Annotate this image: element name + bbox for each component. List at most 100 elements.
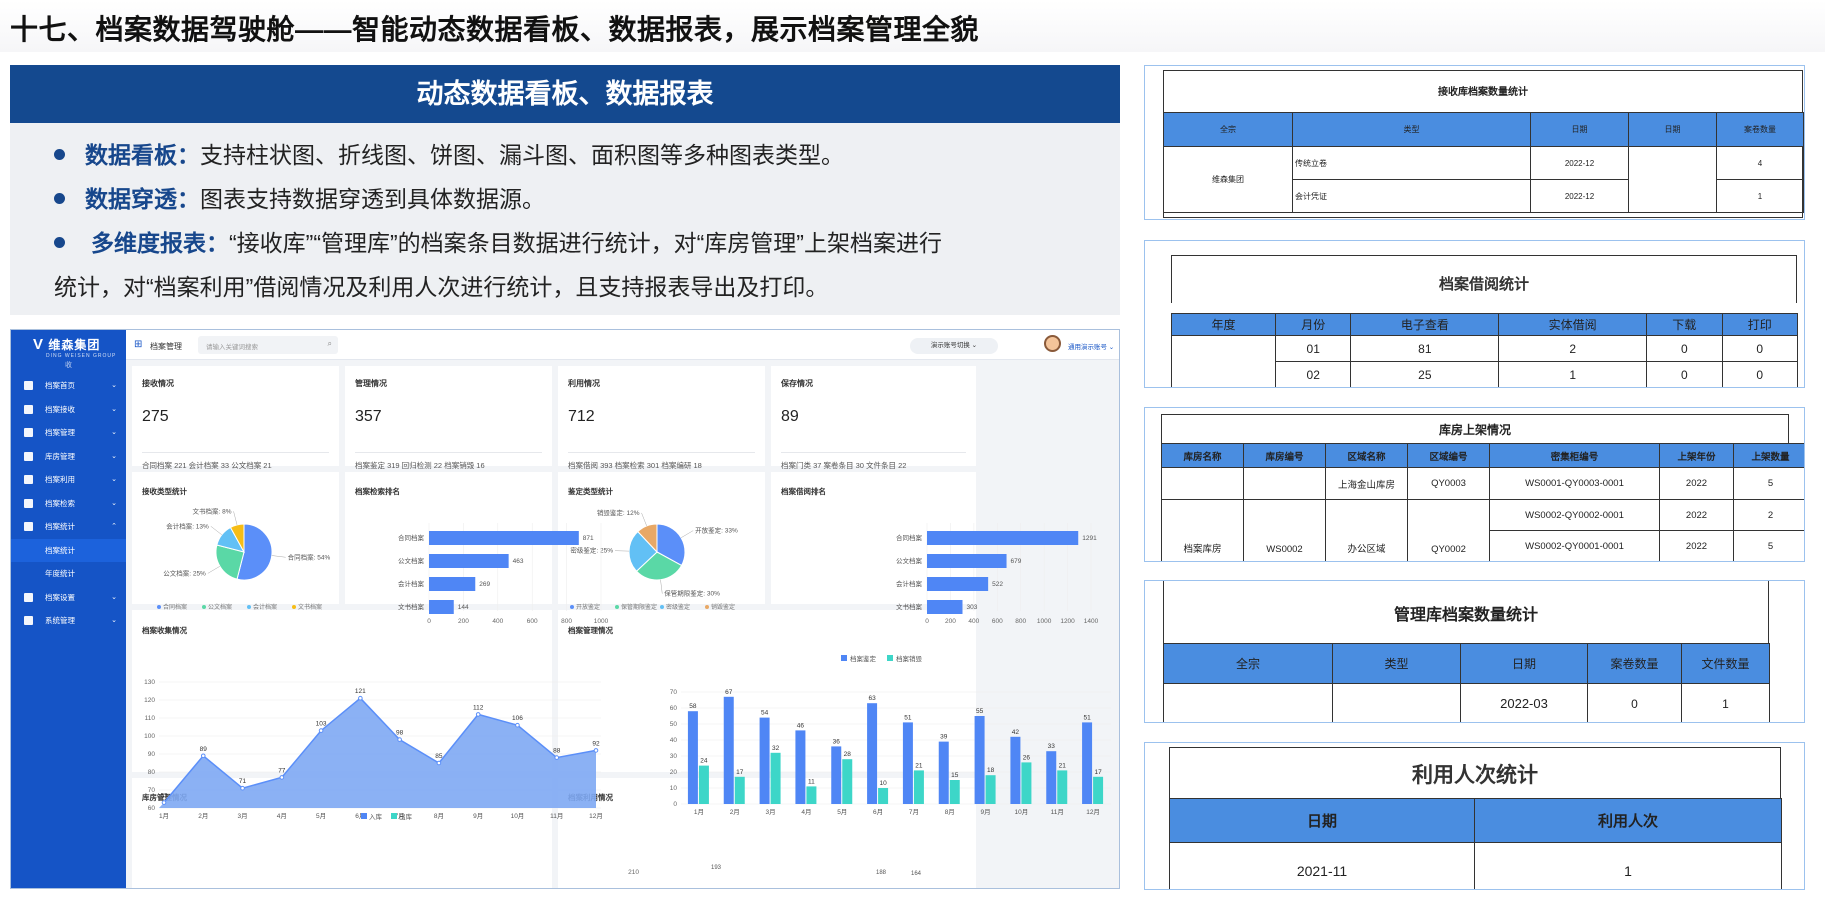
data-label: 67 — [725, 689, 733, 696]
bar — [974, 716, 985, 804]
chart-title: 鉴定类型统计 — [567, 486, 613, 496]
legend-dot — [615, 605, 619, 609]
bar — [985, 775, 996, 804]
category-label: 公文档案 — [398, 556, 425, 565]
tick-label: 0 — [925, 618, 929, 625]
category-label: 会计档案 — [398, 579, 425, 588]
bar — [429, 531, 579, 545]
pie-label: 密级鉴定: 25% — [570, 546, 613, 555]
pie-label: 文书档案: 8% — [193, 506, 232, 515]
legend-label: 会计档案 — [253, 603, 277, 611]
legend-dot — [202, 605, 206, 609]
legend-label: 销毁鉴定 — [711, 603, 735, 611]
tick-label: 11月 — [550, 812, 563, 820]
tick-label: 11月 — [1051, 808, 1064, 816]
data-label: 51 — [1083, 714, 1091, 721]
tick-label: 7月 — [909, 808, 919, 816]
data-label: 26 — [1023, 754, 1031, 761]
data-label: 46 — [797, 722, 805, 729]
tick-label: 9月 — [981, 808, 991, 816]
legend-dot — [570, 605, 574, 609]
data-label: 33 — [1048, 743, 1056, 750]
tick-label: 400 — [968, 618, 979, 625]
tick-label: 6月 — [873, 808, 883, 816]
tick-label: 130 — [144, 679, 155, 686]
pie-leader — [233, 511, 238, 525]
data-label: 32 — [772, 745, 780, 752]
legend-label: 合同档案 — [163, 603, 187, 611]
data-label: 303 — [966, 604, 977, 611]
tick-label: 4月 — [801, 808, 811, 816]
tick-label: 60 — [670, 705, 678, 712]
bar — [867, 703, 878, 804]
tick-label: 5月 — [837, 808, 847, 816]
data-label: 103 — [316, 721, 327, 728]
bar — [1010, 736, 1021, 804]
report-receive-title: 接收库档案数量统计 — [1438, 87, 1528, 98]
data-label: 18 — [987, 767, 995, 774]
tick-label: 70 — [148, 787, 156, 794]
bar — [429, 577, 476, 591]
data-label: 42 — [1012, 729, 1020, 736]
data-label: 164 — [911, 871, 922, 877]
bar — [949, 780, 960, 804]
legend-label: 保管期限鉴定 — [621, 603, 657, 611]
tick-label: 2月 — [730, 808, 740, 816]
data-label: 21 — [1059, 762, 1067, 769]
report-manage-table: 全宗 类型 日期 案卷数量 文件数量 2022-03 0 1 — [1163, 643, 1770, 722]
intro-panel: 动态数据看板、数据报表 数据看板：支持柱状图、折线图、饼图、漏斗图、面积图等多种… — [10, 65, 1120, 315]
category-label: 合同档案 — [896, 533, 923, 542]
tick-label: 1400 — [1084, 618, 1099, 625]
tick-label: 30 — [670, 753, 678, 760]
tick-label: 9月 — [473, 812, 483, 820]
data-label: 10 — [879, 780, 887, 787]
data-label: 24 — [700, 758, 708, 765]
tick-label: 200 — [945, 618, 956, 625]
tick-label: 2月 — [198, 812, 208, 820]
chart-title: 档案收集情况 — [142, 625, 187, 635]
tick-label: 90 — [148, 751, 156, 758]
pie-leader — [680, 530, 694, 538]
tick-label: 12月 — [589, 812, 603, 820]
report-shelving: 库房上架情况 库房名称 库房编号 区域名称 区域编号 密集柜编号 上架年份 上架数量 上海金… — [1144, 407, 1805, 562]
data-point — [436, 760, 442, 766]
pie-leader — [271, 555, 286, 558]
tick-label: 3月 — [766, 808, 776, 816]
pie-label: 销毁鉴定: 12% — [597, 508, 640, 517]
pie-label: 会计档案: 13% — [166, 521, 209, 530]
data-label: 54 — [761, 710, 769, 717]
tick-label: 12月 — [1086, 808, 1100, 816]
bullet-dashboard: 数据看板：支持柱状图、折线图、饼图、漏斗图、面积图等多种图表类型。 — [54, 133, 1094, 177]
legend-swatch — [887, 655, 893, 661]
data-label: 106 — [512, 715, 523, 722]
bar — [1057, 770, 1068, 804]
data-label: 89 — [200, 746, 208, 753]
data-label: 98 — [396, 730, 404, 737]
tick-label: 800 — [561, 618, 572, 625]
bar — [927, 600, 963, 614]
data-point — [240, 785, 245, 791]
legend-label: 档案销毁 — [896, 654, 923, 663]
bar — [698, 765, 709, 804]
bar — [842, 759, 853, 804]
report-borrow-title: 档案借阅统计 — [1438, 276, 1529, 293]
bar — [806, 786, 817, 804]
data-label: 63 — [868, 695, 876, 702]
tick-label: 20 — [670, 769, 678, 776]
pie-leader — [207, 566, 221, 574]
tick-label: 40 — [670, 737, 678, 744]
data-label: 55 — [976, 708, 984, 715]
tick-label: 100 — [144, 733, 155, 740]
data-label: 193 — [711, 865, 722, 871]
tick-label: 4月 — [277, 812, 287, 820]
category-label: 文书档案 — [896, 602, 923, 611]
pie-label: 合同档案: 54% — [288, 552, 331, 561]
pie-label: 开放鉴定: 33% — [695, 526, 738, 535]
data-point — [593, 748, 599, 753]
category-label: 会计档案 — [896, 579, 923, 588]
tick-label: 800 — [1015, 618, 1026, 625]
report-borrow: 档案借阅统计 年度 月份 电子查看 实体借阅 下载 打印 01 81 2 0 0 02 25 1 0 0 — [1144, 240, 1805, 388]
report-receive-table: 全宗 类型 日期 日期 案卷数量 维森集团 传统立卷 2022-12 4 会计凭证 2022-1… — [1163, 112, 1804, 213]
intro-heading: 动态数据看板、数据报表 — [10, 65, 1120, 123]
bar — [723, 696, 734, 804]
